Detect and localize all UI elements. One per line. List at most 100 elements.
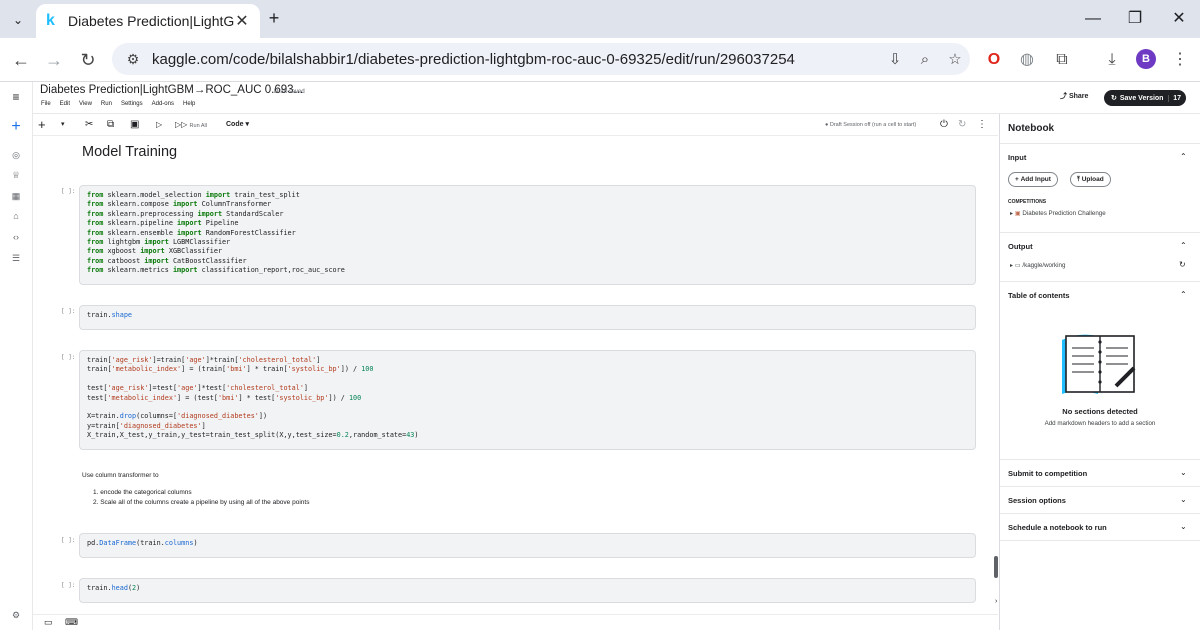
run-all-button[interactable]: ▷▷ Run All [175,118,207,132]
browser-menu-icon[interactable]: ⋮ [1168,48,1192,72]
zoom-icon[interactable]: ⌕ [910,51,940,68]
create-plus-icon[interactable]: + [8,119,24,135]
cell-type-value: Code [226,121,244,128]
notebook-menu-bar: File Edit View Run Settings Add-ons Help [41,101,195,107]
share-button[interactable]: ⤴ Share [1060,91,1088,101]
restart-icon[interactable]: ↻ [958,118,966,132]
code-line: from sklearn.ensemble import RandomFores… [87,228,296,237]
menu-file[interactable]: File [41,101,51,107]
close-window-icon[interactable]: ✕ [1166,6,1192,32]
input-header[interactable]: Input [1008,153,1026,162]
chevron-up-icon[interactable]: ⌃ [1180,290,1187,299]
code-cell-columns[interactable]: pd.DataFrame(train.columns) [79,533,976,558]
save-version-button[interactable]: ↻ Save Version 17 [1104,90,1186,106]
version-count[interactable]: 17 [1168,94,1181,102]
no-sections-title: No sections detected [1062,407,1138,416]
console-icon[interactable]: ▭ [44,617,53,628]
chevron-down-icon[interactable]: ⌄ [1180,495,1187,504]
cell-prompt: [ ]: [61,354,76,361]
datasets-icon[interactable]: ▦ [8,189,24,203]
menu-help[interactable]: Help [183,101,195,107]
output-path: /kaggle/working [1022,262,1066,269]
add-cell-icon[interactable]: + [38,118,46,132]
markdown-list: 1. encode the categorical columns 2. Sca… [93,489,309,508]
forward-icon[interactable]: → [41,47,67,73]
url-text[interactable]: kaggle.com/code/bilalshabbir1/diabetes-p… [148,51,880,68]
explore-icon[interactable]: ◎ [8,148,24,162]
extensions-puzzle-icon[interactable]: ⧉ [1050,48,1074,72]
chevron-down-icon[interactable]: ⌄ [1180,522,1187,531]
refresh-icon[interactable]: ↻ [1179,260,1186,269]
add-input-button[interactable]: + Add Input [1008,172,1058,187]
minimize-icon[interactable]: — [1080,6,1106,32]
code-icon[interactable]: ‹› [8,230,24,244]
notifications-icon[interactable]: ⚙ [8,608,24,622]
code-cell-features[interactable]: train['age_risk']=train['age']*train['ch… [79,350,976,450]
models-icon[interactable]: ⌂ [8,209,24,223]
tab-title: Diabetes Prediction|LightGBM- [68,13,234,29]
keyboard-icon[interactable]: ⌨ [65,617,78,628]
code-cell-head[interactable]: train.head(2) [79,578,976,603]
cut-icon[interactable]: ✂ [85,118,93,132]
menu-addons[interactable]: Add-ons [152,101,174,107]
code-line: X=train.drop(columns=['diagnosed_diabete… [87,412,268,421]
run-cell-icon[interactable]: ▷ [156,118,162,132]
notebook-scrollbar[interactable] [994,556,998,578]
output-folder-item[interactable]: ▸ ▭ /kaggle/working [1010,262,1065,269]
upload-button[interactable]: ⤒ Upload [1070,172,1111,187]
menu-view[interactable]: View [79,101,92,107]
schedule-header[interactable]: Schedule a notebook to run [1008,523,1107,532]
chevron-up-icon[interactable]: ⌃ [1180,241,1187,250]
more-options-icon[interactable]: ⋮ [977,118,987,132]
chevron-down-icon: ▾ [245,121,249,128]
reload-icon[interactable]: ↻ [75,47,101,73]
submit-section[interactable]: Submit to competition ⌄ [1000,459,1200,486]
address-bar[interactable]: ⚙ kaggle.com/code/bilalshabbir1/diabetes… [112,43,970,75]
discussions-icon[interactable]: ☰ [8,251,24,265]
opera-extension-icon[interactable]: O [982,48,1006,72]
install-app-icon[interactable]: ⇩ [880,50,910,68]
code-cell-imports[interactable]: from sklearn.model_selection import trai… [79,185,976,285]
browser-tab[interactable]: k Diabetes Prediction|LightGBM- ✕ [36,4,260,38]
downloads-icon[interactable]: ⤓ [1100,48,1124,72]
session-options-header[interactable]: Session options [1008,496,1066,505]
menu-edit[interactable]: Edit [60,101,70,107]
competition-item[interactable]: ▸ ▣ Diabetes Prediction Challenge [1010,210,1106,217]
hamburger-menu-icon[interactable]: ≡ [8,90,24,104]
paste-icon[interactable]: ▣ [130,118,139,132]
code-line: train['metabolic_index'] = (train['bmi']… [87,365,374,374]
submit-header[interactable]: Submit to competition [1008,469,1087,478]
add-cell-dropdown-icon[interactable]: ▾ [61,118,65,132]
collapse-panel-icon[interactable]: › [995,598,997,605]
list-item: 2. Scale all of the columns create a pip… [93,498,310,506]
menu-run[interactable]: Run [101,101,112,107]
globe-extension-icon[interactable]: ◍ [1015,48,1039,72]
bookmark-star-icon[interactable]: ☆ [940,50,970,68]
cell-type-select[interactable]: Code ▾ [226,118,249,132]
chevron-down-icon[interactable]: ⌄ [1180,468,1187,477]
close-tab-icon[interactable]: ✕ [234,11,250,31]
schedule-section[interactable]: Schedule a notebook to run ⌄ [1000,513,1200,541]
notebook-title[interactable]: Diabetes Prediction|LightGBM→ROC_AUC 0.6… [40,84,303,96]
toc-header[interactable]: Table of contents [1008,291,1070,300]
power-icon[interactable]: ⏻ [940,118,948,132]
markdown-paragraph: Use column transformer to [82,472,159,479]
tab-search-icon[interactable]: ⌄ [8,10,28,30]
output-header[interactable]: Output [1008,242,1033,251]
back-icon[interactable]: ← [8,47,34,73]
session-options-section[interactable]: Session options ⌄ [1000,486,1200,513]
browser-toolbar: ← → ↻ ⚙ kaggle.com/code/bilalshabbir1/di… [0,38,1200,82]
copy-icon[interactable]: ⧉ [107,118,114,132]
notebook-side-panel: Notebook Input ⌃ + Add Input ⤒ Upload CO… [999,114,1200,630]
chevron-up-icon[interactable]: ⌃ [1180,152,1187,161]
site-info-icon[interactable]: ⚙ [118,51,148,68]
new-tab-icon[interactable]: + [264,8,284,28]
restore-icon[interactable]: ❐ [1122,6,1148,32]
save-version-label: Save Version [1119,94,1164,102]
menu-settings[interactable]: Settings [121,101,143,107]
profile-avatar[interactable]: B [1136,49,1156,69]
competitions-trophy-icon[interactable]: ♕ [8,168,24,182]
run-all-label: Run All [189,123,207,129]
code-cell-shape[interactable]: train.shape [79,305,976,330]
